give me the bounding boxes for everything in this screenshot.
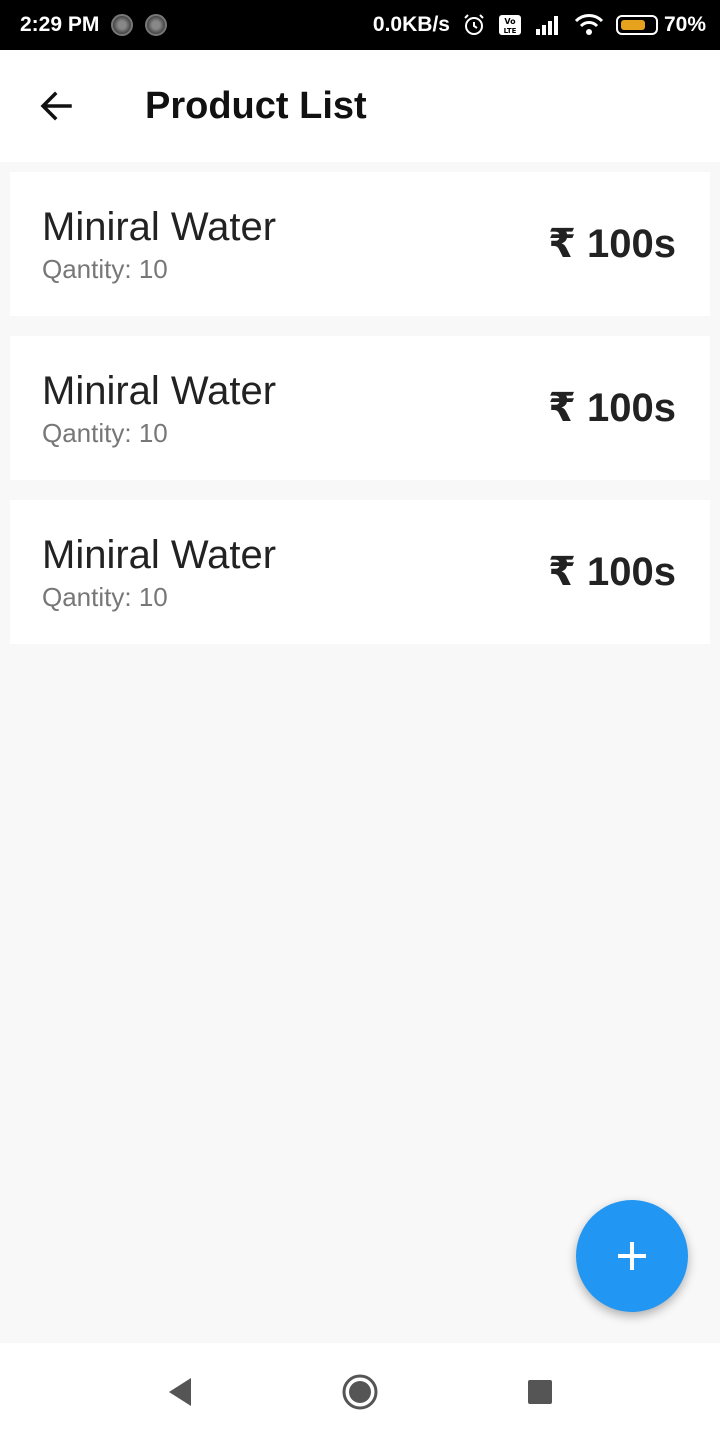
battery-indicator: 70% — [615, 13, 706, 37]
nav-recents-button[interactable] — [510, 1362, 570, 1422]
product-name: Miniral Water — [42, 532, 277, 577]
plus-icon — [618, 1242, 646, 1270]
product-quantity: Qantity: 10 — [42, 253, 168, 284]
alarm-icon — [462, 13, 486, 37]
product-card[interactable]: Miniral Water Qantity: 10 ₹ 100s — [10, 172, 710, 316]
product-quantity: Qantity: 10 — [42, 581, 168, 612]
nav-back-button[interactable] — [150, 1362, 210, 1422]
product-info: Miniral Water Qantity: 10 — [42, 532, 276, 613]
network-speed: 0.0KB/s — [372, 13, 450, 36]
system-nav-bar — [0, 1343, 720, 1440]
nav-home-button[interactable] — [330, 1362, 390, 1422]
page-title: Product List — [145, 84, 367, 127]
svg-text:Vo: Vo — [504, 17, 516, 26]
notification-icon — [111, 14, 134, 36]
notification-icon — [145, 14, 168, 36]
product-name: Miniral Water — [42, 204, 277, 249]
app-bar: Product List — [0, 50, 720, 162]
product-info: Miniral Water Qantity: 10 — [42, 204, 276, 285]
back-button[interactable] — [28, 78, 84, 134]
battery-icon — [615, 15, 658, 35]
home-circle-icon — [342, 1374, 378, 1409]
product-name: Miniral Water — [42, 368, 277, 413]
product-card[interactable]: Miniral Water Qantity: 10 ₹ 100s — [10, 500, 710, 644]
product-price: ₹ 100s — [548, 550, 676, 594]
add-product-button[interactable] — [576, 1200, 688, 1312]
wifi-icon — [574, 13, 604, 37]
status-time: 2:29 PM — [20, 13, 100, 36]
arrow-left-icon — [40, 91, 72, 121]
status-bar: 2:29 PM 0.0KB/s Vo LTE 70% — [0, 0, 720, 50]
product-card[interactable]: Miniral Water Qantity: 10 ₹ 100s — [10, 336, 710, 480]
svg-text:LTE: LTE — [504, 27, 517, 35]
status-left: 2:29 PM — [20, 13, 168, 37]
signal-icon — [534, 13, 562, 37]
product-quantity: Qantity: 10 — [42, 417, 168, 448]
volte-icon: Vo LTE — [498, 13, 522, 37]
battery-percent: 70% — [663, 13, 706, 36]
product-price: ₹ 100s — [548, 222, 676, 266]
status-right: 0.0KB/s Vo LTE 70% — [373, 13, 706, 37]
back-triangle-icon — [169, 1377, 191, 1406]
product-price: ₹ 100s — [548, 386, 676, 430]
product-list: Miniral Water Qantity: 10 ₹ 100s Miniral… — [10, 172, 710, 664]
recents-square-icon — [528, 1379, 552, 1404]
product-info: Miniral Water Qantity: 10 — [42, 368, 276, 449]
battery-fill — [620, 20, 645, 30]
